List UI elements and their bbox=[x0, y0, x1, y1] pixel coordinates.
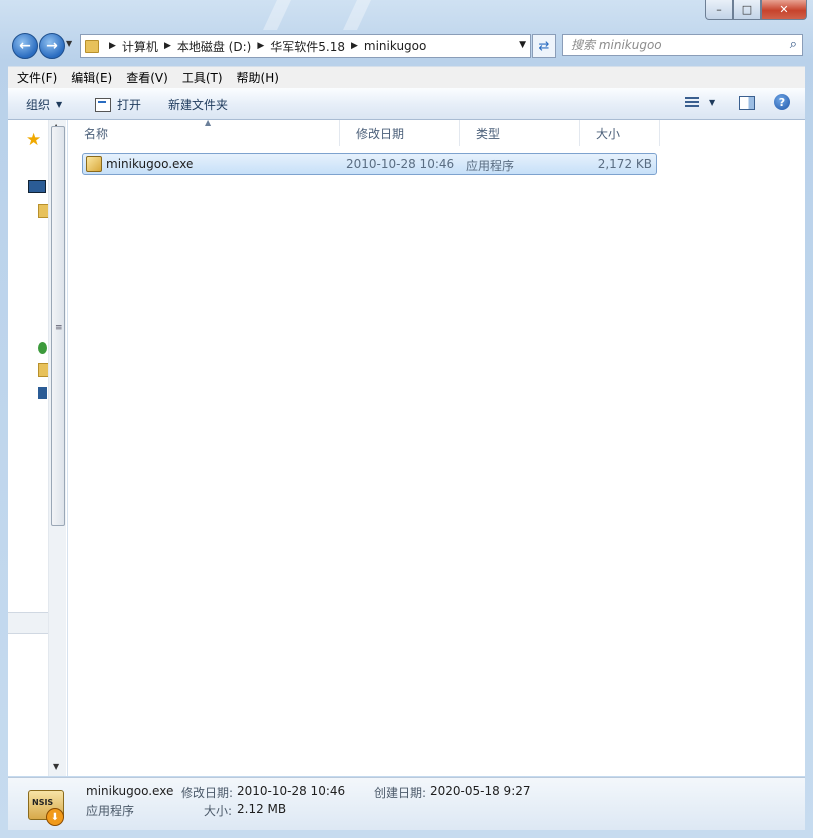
open-label: 打开 bbox=[117, 98, 142, 112]
refresh-button[interactable]: ⇄ bbox=[532, 34, 556, 58]
nav-scrollbar[interactable]: ▲ ≡ ▼ bbox=[48, 120, 66, 776]
glass-decoration bbox=[263, 0, 291, 30]
chevron-right-icon[interactable]: ▶ bbox=[351, 41, 358, 51]
open-button[interactable]: 打开 bbox=[95, 96, 141, 113]
application-icon bbox=[86, 156, 102, 172]
column-header-name[interactable]: 名称 ▲ bbox=[68, 118, 340, 146]
open-icon bbox=[95, 97, 111, 112]
details-type: 应用程序 bbox=[86, 804, 135, 818]
menu-tools[interactable]: 工具(T) bbox=[173, 69, 228, 86]
search-icon[interactable]: ⌕ bbox=[790, 37, 797, 52]
details-size-label: 大小: bbox=[204, 804, 233, 818]
forward-button[interactable]: → bbox=[39, 33, 65, 59]
explorer-window: – □ ✕ ← → ▼ ▶ 计算机 ▶ 本地磁盘 (D:) ▶ 华军软件5.18… bbox=[0, 0, 813, 838]
chevron-down-icon[interactable]: ▼ bbox=[519, 40, 526, 50]
address-bar[interactable]: ▶ 计算机 ▶ 本地磁盘 (D:) ▶ 华军软件5.18 ▶ minikugoo… bbox=[80, 34, 531, 58]
organize-button[interactable]: 组织 ▼ bbox=[26, 96, 62, 113]
caption-buttons: – □ ✕ bbox=[705, 0, 807, 20]
icon-label: NSIS bbox=[32, 798, 54, 807]
new-folder-button[interactable]: 新建文件夹 bbox=[168, 96, 228, 113]
details-pane: NSIS ⬇ minikugoo.exe 修改日期: 2010-10-28 10… bbox=[8, 777, 805, 830]
breadcrumb-current[interactable]: minikugoo bbox=[364, 39, 426, 53]
menu-file[interactable]: 文件(F) bbox=[8, 69, 62, 86]
preview-pane-icon[interactable] bbox=[739, 96, 755, 110]
nav-scrollbar-thumb[interactable]: ≡ bbox=[51, 126, 65, 526]
desktop-icon[interactable] bbox=[28, 180, 46, 193]
details-size-value: 2.12 MB bbox=[237, 802, 287, 816]
menu-help[interactable]: 帮助(H) bbox=[228, 69, 284, 86]
nsis-installer-icon: NSIS ⬇ bbox=[26, 782, 64, 826]
breadcrumb-folder[interactable]: 华军软件5.18 bbox=[270, 38, 345, 55]
computer-icon[interactable] bbox=[38, 387, 47, 399]
refresh-icon: ⇄ bbox=[538, 38, 550, 54]
maximize-button[interactable]: □ bbox=[733, 0, 761, 20]
homegroup-icon[interactable] bbox=[38, 342, 47, 354]
details-filename: minikugoo.exe bbox=[86, 784, 174, 798]
file-type: 应用程序 bbox=[466, 159, 515, 173]
minimize-button[interactable]: – bbox=[705, 0, 733, 20]
command-bar: 组织 ▼ 打开 新建文件夹 ▼ ? bbox=[8, 88, 805, 120]
navigation-bar: ← → ▼ ▶ 计算机 ▶ 本地磁盘 (D:) ▶ 华军软件5.18 ▶ min… bbox=[8, 31, 805, 59]
menu-view[interactable]: 查看(V) bbox=[117, 69, 173, 86]
file-size: 2,172 KB bbox=[597, 157, 652, 171]
download-icon: ⬇ bbox=[46, 808, 64, 826]
details-modified-label: 修改日期: bbox=[181, 786, 234, 800]
grip-icon: ≡ bbox=[55, 323, 63, 333]
chevron-right-icon[interactable]: ▶ bbox=[164, 41, 171, 51]
star-icon[interactable]: ★ bbox=[26, 130, 41, 150]
glass-decoration bbox=[343, 0, 371, 30]
back-button[interactable]: ← bbox=[12, 33, 38, 59]
details-created-value: 2020-05-18 9:27 bbox=[430, 784, 531, 798]
chevron-right-icon[interactable]: ▶ bbox=[257, 41, 264, 51]
menu-bar: 文件(F) 编辑(E) 查看(V) 工具(T) 帮助(H) bbox=[8, 66, 805, 88]
breadcrumb-drive[interactable]: 本地磁盘 (D:) bbox=[177, 38, 251, 55]
file-modified: 2010-10-28 10:46 bbox=[346, 157, 455, 171]
organize-label: 组织 bbox=[26, 98, 51, 112]
chevron-down-icon: ▼ bbox=[56, 100, 63, 109]
scroll-down-icon[interactable]: ▼ bbox=[53, 762, 59, 771]
details-modified-value: 2010-10-28 10:46 bbox=[237, 784, 346, 798]
column-header-size[interactable]: 大小 bbox=[580, 120, 660, 146]
menu-edit[interactable]: 编辑(E) bbox=[62, 69, 117, 86]
file-name: minikugoo.exe bbox=[106, 157, 194, 171]
column-header-type[interactable]: 类型 bbox=[460, 120, 580, 146]
chevron-down-icon[interactable]: ▼ bbox=[709, 98, 715, 107]
chevron-right-icon[interactable]: ▶ bbox=[109, 41, 116, 51]
recent-pages-dropdown[interactable]: ▼ bbox=[66, 39, 72, 48]
table-row[interactable]: minikugoo.exe 2010-10-28 10:46 应用程序 2,17… bbox=[82, 153, 657, 175]
details-created-label: 创建日期: bbox=[374, 786, 427, 800]
column-header-modified[interactable]: 修改日期 bbox=[340, 120, 460, 146]
breadcrumb-computer[interactable]: 计算机 bbox=[122, 38, 158, 55]
nav-pane-divider bbox=[8, 612, 48, 634]
views-icon[interactable] bbox=[685, 97, 699, 109]
help-icon[interactable]: ? bbox=[774, 94, 790, 110]
sort-ascending-icon: ▲ bbox=[205, 118, 212, 127]
search-input[interactable]: 搜索 minikugoo bbox=[562, 34, 803, 56]
navigation-pane: ★ ▲ ≡ ▼ bbox=[8, 120, 68, 776]
column-name-label: 名称 bbox=[84, 126, 109, 141]
file-list: 名称 ▲ 修改日期 类型 大小 minikugoo.exe 2010-10-28… bbox=[68, 118, 805, 776]
arrow-right-icon: → bbox=[46, 38, 58, 54]
arrow-left-icon: ← bbox=[19, 38, 31, 54]
close-button[interactable]: ✕ bbox=[761, 0, 807, 20]
folder-icon bbox=[85, 39, 99, 53]
